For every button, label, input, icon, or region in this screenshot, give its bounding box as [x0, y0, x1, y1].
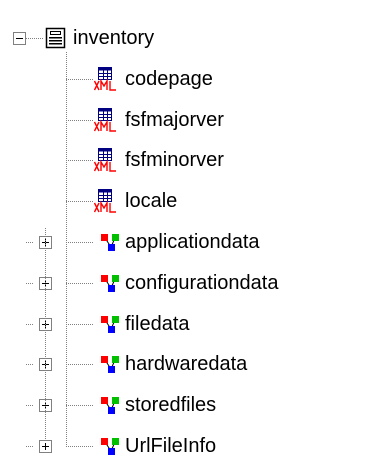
tree-connector-line	[66, 405, 94, 407]
xml-element-icon	[94, 189, 118, 213]
tree-view: inventory codepage fsfmajorver fsfminorver l…	[0, 0, 375, 467]
data-node-icon	[98, 352, 122, 376]
collapse-inventory-button[interactable]	[13, 32, 26, 45]
expand-urlfileinfo-button[interactable]	[39, 440, 52, 453]
tree-connector-line	[66, 160, 94, 162]
data-node-icon	[98, 230, 122, 254]
tree-connector-line	[26, 405, 34, 407]
data-node-icon	[98, 271, 122, 295]
data-node-icon	[98, 434, 122, 458]
tree-connector-line	[66, 242, 94, 243]
xml-element-icon	[94, 66, 118, 91]
xml-element-icon	[94, 107, 118, 132]
tree-connector-line	[26, 282, 34, 284]
tree-connector-line	[66, 201, 94, 203]
tree-connector-line	[45, 228, 46, 440]
tree-connector-line	[66, 52, 67, 446]
tree-node-configurationdata[interactable]: configurationdata	[125, 271, 278, 295]
tree-node-fsfmajorver[interactable]: fsfmajorver	[125, 108, 224, 132]
document-icon	[44, 26, 68, 50]
tree-connector-line	[66, 446, 94, 447]
tree-node-applicationdata[interactable]: applicationdata	[125, 230, 260, 254]
data-node-icon	[98, 312, 122, 336]
tree-node-locale[interactable]: locale	[125, 189, 177, 213]
tree-connector-line	[66, 119, 94, 121]
tree-connector-line	[66, 282, 94, 284]
tree-node-urlfileinfo[interactable]: UrlFileInfo	[125, 434, 216, 458]
tree-connector-line	[26, 38, 44, 39]
tree-connector-line	[26, 242, 34, 243]
tree-connector-line	[66, 323, 94, 325]
tree-node-storedfiles[interactable]: storedfiles	[125, 393, 216, 417]
xml-element-icon	[94, 148, 118, 173]
data-node-icon	[98, 393, 122, 417]
tree-connector-line	[26, 446, 34, 447]
tree-connector-line	[66, 364, 94, 366]
tree-node-fsfminorver[interactable]: fsfminorver	[125, 148, 224, 172]
tree-connector-line	[26, 364, 34, 366]
tree-node-hardwaredata[interactable]: hardwaredata	[125, 352, 247, 376]
tree-node-codepage[interactable]: codepage	[125, 67, 213, 91]
tree-connector-line	[66, 78, 94, 80]
tree-connector-line	[26, 323, 34, 325]
tree-node-filedata[interactable]: filedata	[125, 312, 190, 336]
tree-node-inventory[interactable]: inventory	[73, 26, 154, 50]
